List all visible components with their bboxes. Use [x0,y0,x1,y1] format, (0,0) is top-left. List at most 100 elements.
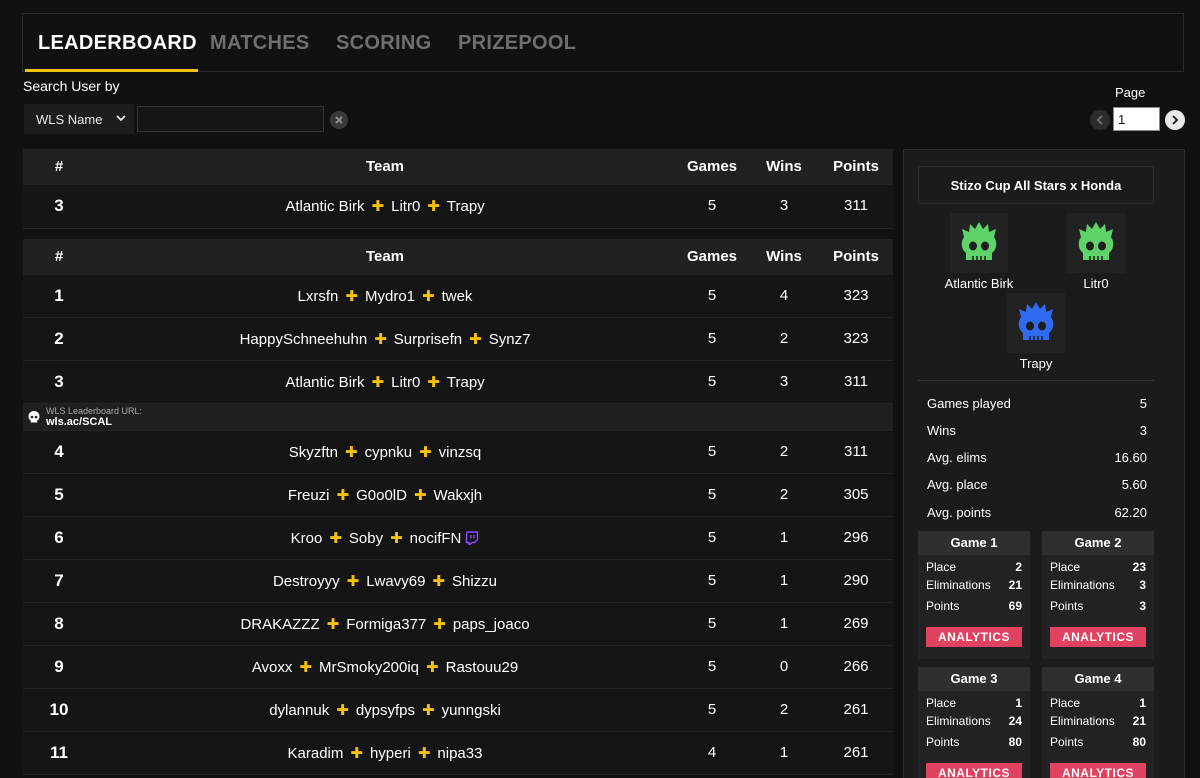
player-name[interactable]: Litr0 [391,198,420,215]
player-name[interactable]: Lxrsfn [298,288,339,305]
player-name[interactable]: Atlantic Birk [285,374,364,391]
player-name[interactable]: Formiga377 [346,616,426,633]
player-name[interactable]: vinzsq [439,444,482,461]
game-elims: Eliminations 21 [926,576,1022,594]
team-player-card[interactable]: Trapy [981,293,1091,371]
row-points: 311 [844,197,868,214]
row-rank: 10 [49,700,69,719]
player-name[interactable]: Avoxx [252,659,293,676]
table-row[interactable]: 9 Avoxx ✚ MrSmoky200iq ✚ Rastouu29 5 0 266 [23,646,893,689]
row-team: Atlantic Birk ✚ Litr0 ✚ Trapy [95,373,675,391]
search-type-select[interactable]: WLS Name [24,104,134,134]
player-name[interactable]: cypnku [365,444,413,461]
player-name[interactable]: Shizzu [452,573,497,590]
game-stat-label: Points [926,735,960,749]
game-stat-value: 23 [1132,560,1146,574]
table-row[interactable]: 10 dylannuk ✚ dypsyfps ✚ yunngski 5 2 261 [23,689,893,732]
player-name[interactable]: G0o0lD [356,487,407,504]
next-page-button[interactable] [1165,110,1185,130]
tab-scoring[interactable]: SCORING [336,32,431,55]
search-input[interactable] [137,106,324,132]
player-name[interactable]: Lwavy69 [366,573,425,590]
table-header: # Team Games Wins Points [23,149,893,185]
player-name[interactable]: Mydro1 [365,288,415,305]
row-points: 323 [843,330,869,347]
row-points: 261 [843,701,869,718]
player-name[interactable]: MrSmoky200iq [319,659,419,676]
page-number-input[interactable] [1113,107,1160,131]
game-stat-value: 24 [1008,714,1022,728]
player-name[interactable]: Litr0 [391,374,420,391]
tab-matches[interactable]: MATCHES [210,32,310,55]
player-name[interactable]: dypsyfps [356,702,415,719]
player-name[interactable]: Synz7 [489,331,531,348]
player-name[interactable]: Surprisefn [394,331,462,348]
player-name[interactable]: HappySchneehuhn [240,331,368,348]
player-name[interactable]: Karadim [288,745,344,762]
stat-wins: Wins 3 [927,423,1147,438]
row-points: 305 [843,486,869,503]
row-games: 5 [707,701,717,718]
skull-icon [961,222,997,260]
player-name[interactable]: Soby [349,530,383,547]
game-stat-label: Eliminations [1050,578,1115,592]
prev-page-button[interactable] [1090,110,1110,130]
game-place: Place 1 [1050,694,1146,712]
player-name[interactable]: hyperi [370,745,411,762]
table-row[interactable]: 4 Skyzftn ✚ cypnku ✚ vinzsq 5 2 311 [23,431,893,474]
row-wins: 1 [779,572,789,589]
player-name[interactable]: twek [442,288,473,305]
analytics-button[interactable]: ANALYTICS [1050,627,1146,647]
player-name[interactable]: Trapy [447,374,485,391]
game-stat-label: Place [926,560,957,574]
player-name[interactable]: Trapy [447,198,485,215]
row-points: 311 [844,443,868,460]
tab-leaderboard[interactable]: LEADERBOARD [38,32,197,55]
analytics-button[interactable]: ANALYTICS [926,763,1022,778]
team-player-card[interactable]: Litr0 [1041,213,1151,291]
player-name[interactable]: Atlantic Birk [285,198,364,215]
clear-search-button[interactable] [330,111,348,129]
player-name[interactable]: Skyzftn [289,444,338,461]
row-points: 290 [843,572,869,589]
twitch-icon[interactable] [465,531,479,545]
game-points: Points 80 [1050,733,1146,751]
player-name[interactable]: Kroo [291,530,323,547]
stat-games-played: Games played 5 [927,396,1147,411]
table-row[interactable]: 3 Atlantic Birk ✚ Litr0 ✚ Trapy 5 3 311 [23,185,893,229]
table-row[interactable]: 5 Freuzi ✚ G0o0lD ✚ Wakxjh 5 2 305 [23,474,893,517]
player-name[interactable]: Destroyyy [273,573,340,590]
team-player-card[interactable]: Atlantic Birk [924,213,1034,291]
leaderboard-url-link[interactable]: wls.ac/SCAL [46,416,112,428]
player-name[interactable]: dylannuk [269,702,329,719]
player-name[interactable]: nipa33 [437,745,482,762]
table-row[interactable]: 8 DRAKAZZZ ✚ Formiga377 ✚ paps_joaco 5 1 269 [23,603,893,646]
plus-icon: ✚ [427,374,440,391]
table-row[interactable]: 11 Karadim ✚ hyperi ✚ nipa33 4 1 261 [23,732,893,775]
player-name[interactable]: Wakxjh [434,487,483,504]
plus-icon: ✚ [426,659,439,676]
table-row[interactable]: 7 Destroyyy ✚ Lwavy69 ✚ Shizzu 5 1 290 [23,560,893,603]
player-name[interactable]: yunngski [442,702,501,719]
stat-label: Wins [927,423,956,438]
tab-prizepool[interactable]: PRIZEPOOL [458,32,576,55]
player-name[interactable]: paps_joaco [453,616,530,633]
panel-divider [918,380,1154,381]
row-wins: 1 [779,529,789,546]
row-rank: 6 [54,528,64,547]
table-row[interactable]: 6 Kroo ✚ Soby ✚ nocifFN 5 1 296 [23,517,893,560]
table-row[interactable]: 2 HappySchneehuhn ✚ Surprisefn ✚ Synz7 5 2 3… [23,318,893,361]
player-name[interactable]: nocifFN [410,530,462,547]
table-row[interactable]: 1 Lxrsfn ✚ Mydro1 ✚ twek 5 4 323 [23,275,893,318]
analytics-button[interactable]: ANALYTICS [1050,763,1146,778]
analytics-button[interactable]: ANALYTICS [926,627,1022,647]
player-name[interactable]: Rastouu29 [446,659,519,676]
row-games: 5 [707,658,717,675]
player-name[interactable]: Freuzi [288,487,330,504]
game-stat-label: Eliminations [926,714,991,728]
row-games: 5 [707,443,717,460]
row-points: 296 [843,529,869,546]
row-rank: 7 [54,571,64,590]
table-row[interactable]: 3 Atlantic Birk ✚ Litr0 ✚ Trapy 5 3 311 [23,361,893,404]
player-name[interactable]: DRAKAZZZ [240,616,319,633]
